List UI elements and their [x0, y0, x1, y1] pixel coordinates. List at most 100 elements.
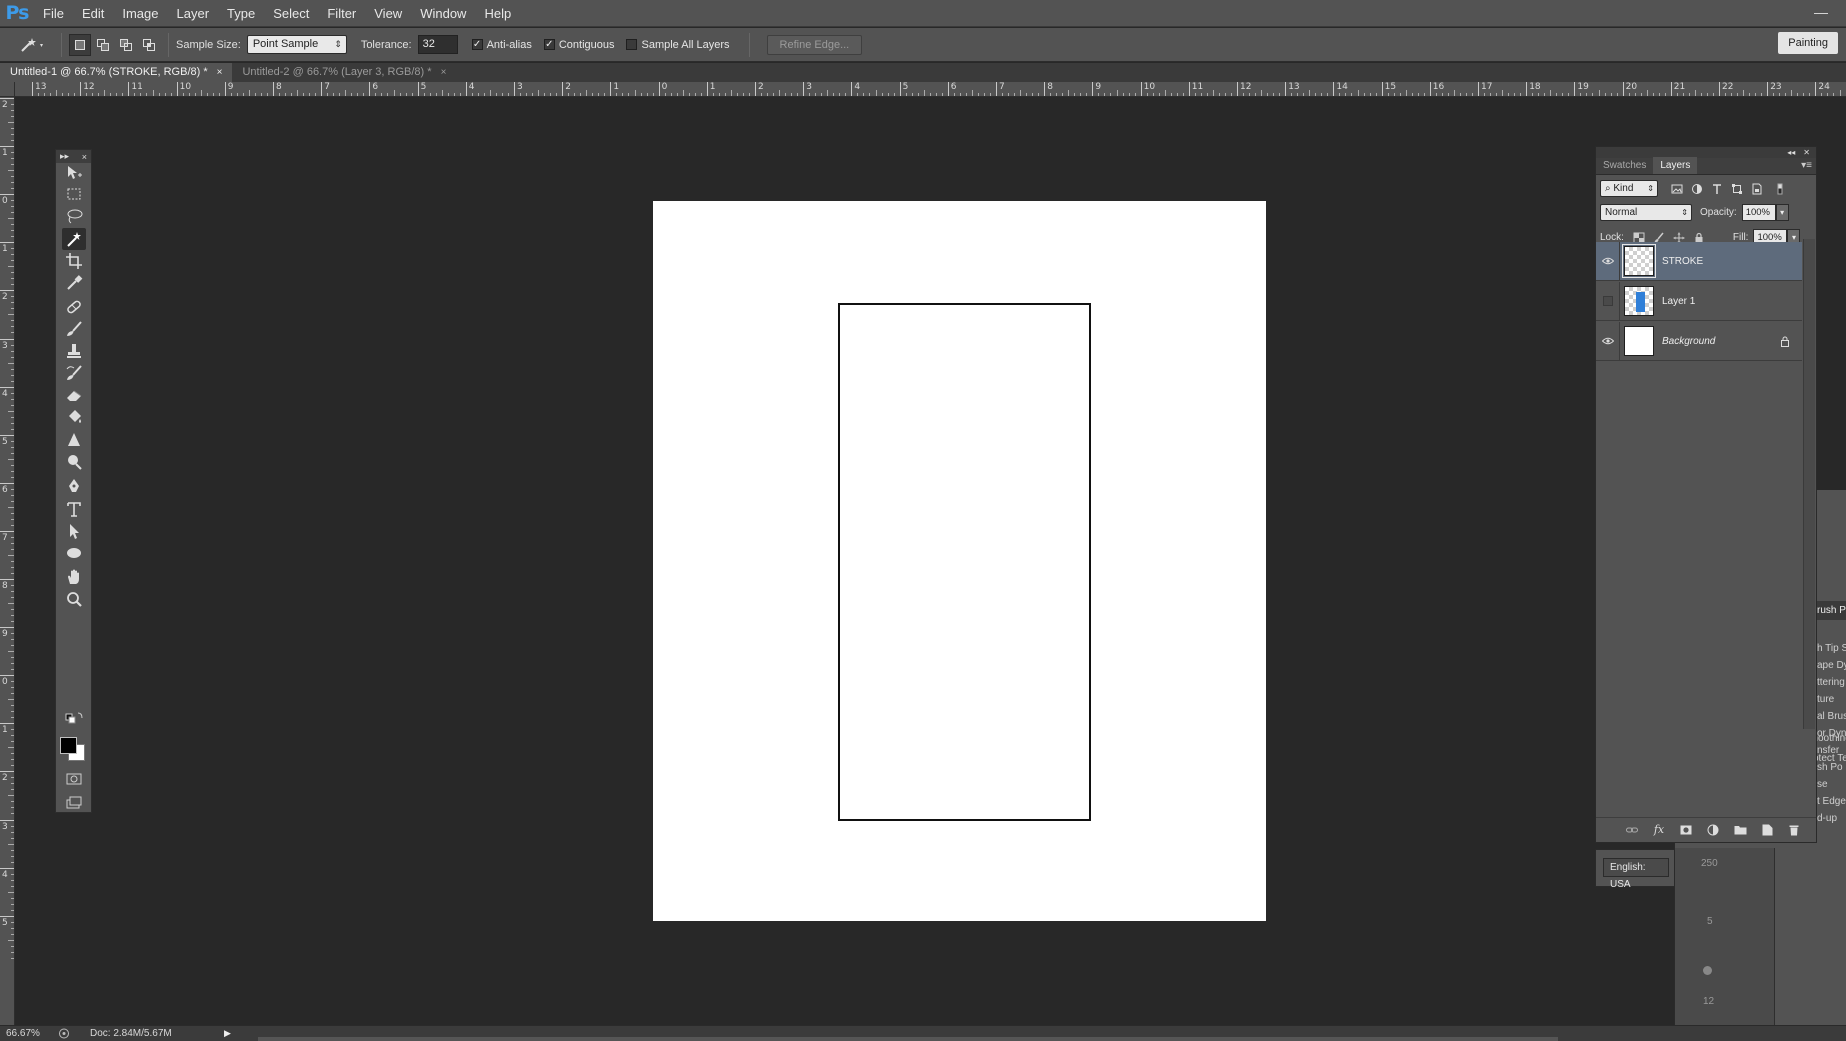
layer-style-button[interactable]: fx [1649, 822, 1669, 838]
magic-wand-tool-button[interactable] [62, 228, 86, 250]
filter-adjustment-button[interactable] [1688, 180, 1705, 197]
link-layers-button[interactable] [1622, 822, 1642, 838]
filter-shape-button[interactable] [1728, 180, 1745, 197]
filter-smart-object-button[interactable] [1748, 180, 1765, 197]
menu-layer[interactable]: Layer [168, 0, 219, 27]
layer-name[interactable]: STROKE [1662, 256, 1703, 267]
close-tab-icon[interactable]: × [441, 63, 447, 82]
blend-mode-select[interactable]: Normal [1600, 204, 1692, 221]
layer-thumbnail[interactable] [1624, 326, 1654, 356]
new-adjustment-button[interactable] [1703, 822, 1723, 838]
menu-image[interactable]: Image [113, 0, 167, 27]
pen-tool-button[interactable] [62, 475, 86, 497]
new-group-button[interactable] [1730, 822, 1750, 838]
document-canvas[interactable] [653, 201, 1266, 921]
brush-tool-button[interactable] [62, 318, 86, 340]
foreground-color-swatch[interactable] [60, 737, 77, 754]
filter-type-button[interactable] [1708, 180, 1725, 197]
close-icon[interactable]: × [82, 152, 87, 162]
filter-pixel-button[interactable] [1668, 180, 1685, 197]
layer-thumbnail[interactable] [1622, 244, 1656, 278]
refine-edge-button[interactable]: Refine Edge... [766, 34, 863, 55]
document-tab[interactable]: Untitled-2 @ 66.7% (Layer 3, RGB/8) * × [232, 63, 456, 82]
menu-help[interactable]: Help [475, 0, 520, 27]
tool-preset-picker[interactable] [10, 32, 54, 58]
add-mask-button[interactable] [1676, 822, 1696, 838]
layers-scrollbar[interactable] [1803, 239, 1815, 729]
layer-name[interactable]: Background [1662, 336, 1780, 347]
minimize-window-button[interactable]: — [1814, 4, 1828, 20]
language-select[interactable]: English: USA [1603, 858, 1669, 890]
horizontal-scrollbar[interactable] [258, 1037, 1558, 1041]
sample-all-layers-checkbox[interactable]: Sample All Layers [626, 39, 730, 51]
close-panel-icon[interactable]: ✕ [1803, 148, 1810, 157]
status-share-icon[interactable] [58, 1028, 72, 1040]
crop-tool-button[interactable] [62, 250, 86, 272]
new-layer-button[interactable] [1757, 822, 1777, 838]
opacity-input[interactable]: 100% [1741, 204, 1776, 221]
status-menu-arrow-icon[interactable]: ▶ [224, 1028, 231, 1039]
menu-view[interactable]: View [365, 0, 411, 27]
ellipse-tool-button[interactable] [62, 542, 86, 564]
brush-setting-item[interactable]: h Tip S [1817, 643, 1846, 654]
filter-kind-select[interactable]: ⌕ Kind [1600, 180, 1658, 197]
contiguous-checkbox[interactable]: ✓ Contiguous [543, 39, 614, 51]
visibility-toggle[interactable] [1596, 241, 1620, 281]
layer-row-background[interactable]: Background [1596, 321, 1802, 361]
menu-edit[interactable]: Edit [73, 0, 113, 27]
layer-row-stroke[interactable]: STROKE [1596, 241, 1802, 281]
brush-panel-tab[interactable]: rush P [1813, 601, 1846, 620]
tab-layers[interactable]: Layers [1653, 157, 1698, 174]
anti-alias-checkbox[interactable]: ✓ Anti-alias [471, 39, 532, 51]
delete-layer-button[interactable] [1784, 822, 1804, 838]
collapse-icon[interactable]: ▸▸ [60, 151, 69, 162]
dodge-tool-button[interactable] [62, 451, 86, 473]
menu-file[interactable]: File [34, 0, 73, 27]
tolerance-input[interactable]: 32 [417, 35, 458, 54]
move-tool-button[interactable] [62, 162, 86, 184]
panel-menu-icon[interactable]: ▾≡ [1801, 160, 1812, 171]
brush-setting-item[interactable]: se [1817, 779, 1828, 790]
brush-setting-item[interactable]: ape Dy [1817, 660, 1846, 671]
workspace-switcher[interactable]: Painting [1778, 32, 1838, 54]
eyedropper-tool-button[interactable] [62, 272, 86, 294]
marquee-tool-button[interactable] [62, 183, 86, 205]
layer-row-layer-1[interactable]: Layer 1 [1596, 281, 1802, 321]
layer-name[interactable]: Layer 1 [1662, 296, 1695, 307]
menu-window[interactable]: Window [411, 0, 475, 27]
clone-stamp-tool-button[interactable] [62, 340, 86, 362]
brush-setting-item[interactable]: ttering [1817, 677, 1845, 688]
path-selection-tool-button[interactable] [62, 520, 86, 542]
zoom-level-field[interactable]: 66.67% [0, 1028, 50, 1039]
new-selection-button[interactable] [69, 33, 91, 56]
opacity-dropdown[interactable]: ▾ [1775, 204, 1789, 221]
layer-thumbnail[interactable] [1624, 286, 1654, 316]
paint-bucket-tool-button[interactable] [62, 406, 86, 428]
visibility-toggle[interactable] [1596, 281, 1620, 321]
zoom-tool-button[interactable] [62, 588, 86, 610]
menu-filter[interactable]: Filter [318, 0, 365, 27]
history-brush-tool-button[interactable] [62, 362, 86, 384]
visibility-toggle[interactable] [1596, 321, 1620, 361]
brush-setting-item[interactable]: ture [1817, 694, 1834, 705]
menu-select[interactable]: Select [264, 0, 318, 27]
lasso-tool-button[interactable] [62, 205, 86, 227]
document-tab[interactable]: Untitled-1 @ 66.7% (STROKE, RGB/8) * × [0, 63, 233, 82]
brush-tip-dot[interactable] [1703, 966, 1712, 975]
collapse-panel-icon[interactable]: ◂◂ [1787, 148, 1795, 157]
intersect-selection-button[interactable] [138, 34, 160, 56]
screen-mode-button[interactable] [62, 792, 86, 814]
eraser-tool-button[interactable] [62, 384, 86, 406]
tab-swatches[interactable]: Swatches [1596, 157, 1653, 174]
blur-tool-button[interactable] [62, 429, 86, 451]
hand-tool-button[interactable] [62, 566, 86, 588]
add-to-selection-button[interactable] [92, 34, 114, 56]
healing-brush-tool-button[interactable] [62, 296, 86, 318]
subtract-from-selection-button[interactable] [115, 34, 137, 56]
sample-size-select[interactable]: Point Sample [246, 35, 347, 54]
type-tool-button[interactable] [62, 498, 86, 520]
brush-setting-item[interactable]: al Brus [1817, 711, 1846, 722]
close-tab-icon[interactable]: × [217, 63, 223, 82]
vertical-ruler[interactable]: 2 1 0 1 2 3 4 5 6 7 8 9 0 1 2 3 4 5 [0, 82, 15, 1025]
horizontal-ruler[interactable]: 13 12 11 10 9 8 7 6 5 4 3 2 1 0 1 2 3 4 5 6 7 8 9 10 11 12 13 14 15 1… [15, 82, 1846, 97]
